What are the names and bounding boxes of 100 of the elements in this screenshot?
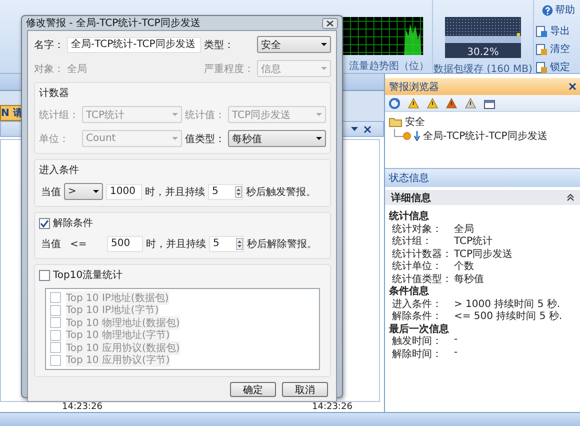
buffer-caption: 数据包缓存 (160 MB) xyxy=(434,62,532,76)
threshold-field[interactable]: 1000 xyxy=(106,184,142,200)
dropdown[interactable]: 每秒值 xyxy=(228,130,326,147)
group-title: 计数器 xyxy=(39,86,70,100)
window-icon[interactable] xyxy=(484,98,495,108)
dropdown: TCP同步发送 xyxy=(228,106,326,123)
close-icon[interactable] xyxy=(569,83,576,90)
detail-value: - xyxy=(454,334,458,346)
collapse-icon xyxy=(567,194,574,201)
refresh-icon[interactable] xyxy=(389,98,400,108)
close-button[interactable] xyxy=(322,18,338,28)
graph-caption: 流量趋势图（位） xyxy=(349,60,430,73)
field-value: 全局 xyxy=(67,62,88,76)
checkbox-label: 解除条件 xyxy=(53,217,93,230)
warning-icon[interactable] xyxy=(465,98,476,108)
condition-label: 秒后解除警报。 xyxy=(247,238,317,251)
dropdown[interactable]: 安全 xyxy=(257,36,331,53)
group-title: 条件信息 xyxy=(389,284,430,296)
detail-value: TCP同步发送 xyxy=(454,248,513,259)
group-title: 统计信息 xyxy=(389,210,430,222)
field-label: 名字： xyxy=(34,38,64,52)
detail-value: > 1000 持续时间 5 秒. xyxy=(454,298,560,309)
field-label: 统计组： xyxy=(39,108,79,122)
dialog-title: 修改警报 - 全局-TCP统计-TCP同步发送 xyxy=(26,16,200,30)
warning-icon[interactable] xyxy=(408,98,419,108)
detail-label: 进入条件： xyxy=(392,298,443,309)
caret-icon xyxy=(172,137,178,140)
help-icon xyxy=(542,4,553,16)
ribbon-button[interactable]: 锁定 xyxy=(536,59,570,75)
caret-icon xyxy=(93,190,99,193)
detail-label: 触发时间： xyxy=(392,334,443,346)
caret-icon xyxy=(172,113,178,116)
tree-item[interactable]: 全局-TCP统计-TCP同步发送 xyxy=(403,129,548,143)
checkbox[interactable] xyxy=(39,270,50,280)
tree-item[interactable]: 安全 xyxy=(389,115,576,129)
warning-icon[interactable] xyxy=(446,98,457,108)
caret-icon xyxy=(316,113,322,116)
detail-label: 统计组： xyxy=(392,234,433,246)
section-header[interactable]: 详细信息 xyxy=(385,190,580,205)
caret-icon xyxy=(316,137,322,140)
field-label: 单位： xyxy=(39,132,70,146)
detail-value: TCP统计 xyxy=(454,234,493,246)
operator-label: <= xyxy=(69,238,88,250)
detail-label: 统计对象： xyxy=(392,222,443,234)
dialog-button[interactable]: 取消 xyxy=(282,382,328,397)
operator-dropdown[interactable]: > xyxy=(64,183,103,200)
duration-field[interactable]: 5 xyxy=(208,184,243,200)
field-label: 严重程度： xyxy=(204,62,254,76)
document-icon xyxy=(536,44,547,54)
group-title: 最后一次信息 xyxy=(389,322,450,334)
dialog-button[interactable]: 确定 xyxy=(230,382,276,397)
detail-value: <= 500 持续时间 5 秒. xyxy=(454,310,562,322)
detail-value: 个数 xyxy=(454,260,474,272)
checkbox-label: Top10流量统计 xyxy=(53,268,123,282)
ribbon-button[interactable]: 清空 xyxy=(536,41,570,57)
checkbox-label: Top 10 应用协议(字节) xyxy=(66,353,170,368)
name-field[interactable]: 全局-TCP统计-TCP同步发送 xyxy=(67,36,201,52)
caret-icon xyxy=(321,43,327,46)
checkbox-label: Top 10 IP地址(数据包) xyxy=(66,290,169,305)
help-button[interactable]: 帮助 xyxy=(542,3,575,17)
detail-label: 统计单位： xyxy=(392,260,443,272)
arrow-down-icon xyxy=(414,131,420,141)
duration-field[interactable]: 5 xyxy=(209,236,244,252)
panel-title: 警报浏览器 xyxy=(389,80,439,94)
condition-label: 当值 xyxy=(41,238,61,251)
time-label: 14:23:26 xyxy=(311,402,354,412)
time-label: 14:23:26 xyxy=(61,402,104,412)
condition-label: 秒后触发警报。 xyxy=(246,186,316,198)
field-label: 值类型： xyxy=(185,132,225,146)
caret-icon xyxy=(321,67,327,70)
detail-label: 解除条件： xyxy=(392,310,443,322)
detail-value: - xyxy=(454,346,458,359)
field-label: 对象： xyxy=(34,62,64,76)
checkbox-label: Top 10 物理地址(字节) xyxy=(66,328,170,342)
dropdown-icon[interactable] xyxy=(351,127,358,131)
warning-icon[interactable] xyxy=(427,98,438,108)
detail-value: 全局 xyxy=(454,222,474,234)
spinner-icon xyxy=(235,186,242,198)
document-icon xyxy=(536,26,547,36)
checkbox-label: Top 10 IP地址(字节) xyxy=(66,303,159,318)
condition-label: 时，并且持续 xyxy=(146,238,206,251)
dropdown: 信息 xyxy=(257,60,331,77)
dropdown: Count xyxy=(82,130,182,147)
detail-label: 统计值类型： xyxy=(392,272,453,284)
detail-label: 解除时间： xyxy=(392,348,443,359)
field-label: 统计值： xyxy=(185,108,225,122)
buffer-reading: 30.2% xyxy=(467,46,499,58)
detail-label: 统计计数器： xyxy=(392,248,453,259)
condition-label: 时，并且持续 xyxy=(145,186,205,198)
dropdown: TCP统计 xyxy=(82,106,182,123)
condition-label: 当值 xyxy=(41,186,61,198)
spinner-icon xyxy=(236,238,243,250)
detail-value: 每秒值 xyxy=(454,272,484,284)
group-title: 进入条件 xyxy=(39,164,80,177)
threshold-field[interactable]: 500 xyxy=(107,236,143,252)
checkbox[interactable] xyxy=(39,218,50,228)
close-icon[interactable] xyxy=(364,126,371,132)
ribbon-button[interactable]: 导出 xyxy=(536,23,570,39)
field-label: 类型： xyxy=(204,38,235,52)
panel-header: 状态信息 xyxy=(385,168,580,187)
